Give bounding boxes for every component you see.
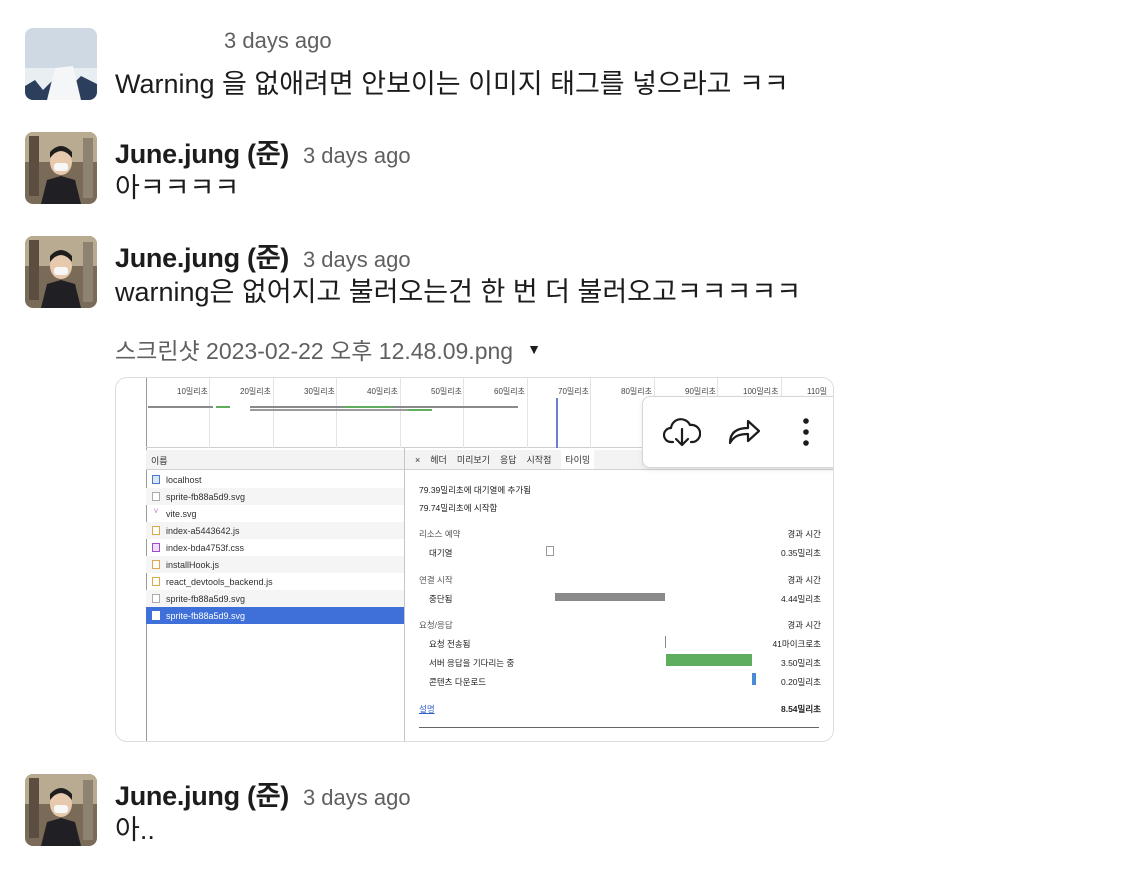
file-icon [152,594,160,603]
request-list: localhost sprite-fb88a5d9.svg Vvite.svg … [146,471,404,624]
timing-label: 서버 응답을 기다리는 중 [429,658,515,668]
file-icon [152,611,160,620]
timing-bar [546,546,554,556]
timing-label: 콘텐츠 다운로드 [429,677,487,687]
download-icon [663,418,701,447]
timing-value: 4.44밀리초 [780,594,821,604]
request-row: sprite-fb88a5d9.svg [146,590,404,607]
message-text: 아.. [115,815,155,845]
tick-label: 50밀리초 [431,387,462,396]
js-file-icon [152,526,160,535]
timing-detail: 79.39밀리초에 대기열에 추가됨 79.74밀리초에 시작함 리소스 예약 … [405,471,833,741]
tab-preview: 미리보기 [456,455,490,465]
file-icon [152,492,160,501]
share-icon [728,419,761,445]
request-row-selected: sprite-fb88a5d9.svg [146,607,404,624]
message-text: 아ㅋㅋㅋㅋ [115,173,240,203]
timing-bar [555,593,665,601]
timing-label: 대기열 [429,548,453,558]
share-button[interactable] [722,410,766,454]
attachment-hover-menu [642,396,833,468]
section-title: 요청/응답 [419,620,453,630]
tab-response: 응답 [499,455,517,465]
document-icon [152,475,160,484]
tab-initiator: 시작점 [526,455,552,465]
avatar[interactable] [25,774,97,846]
author-name[interactable]: June.jung (준) [115,774,289,813]
tab-headers: 헤더 [430,455,447,465]
duration-header: 경과 시간 [787,620,821,630]
avatar[interactable] [25,132,97,204]
request-row: Vvite.svg [152,508,197,519]
timestamp[interactable]: 3 days ago [303,143,411,169]
started-text: 79.74밀리초에 시작함 [419,503,498,513]
timeline-bar [250,406,420,408]
total-time: 8.54밀리초 [780,704,821,714]
tick-label: 10밀리초 [177,387,208,396]
request-row: sprite-fb88a5d9.svg [146,488,404,505]
timing-bar [752,673,756,685]
request-row: localhost [146,471,404,488]
request-row: index-bda4753f.css [146,539,404,556]
download-button[interactable] [660,410,704,454]
timeline-bar [344,406,392,408]
author-name[interactable]: June.jung (준) [115,236,289,275]
timing-label: 중단됨 [429,594,453,604]
timestamp[interactable]: 3 days ago [303,785,411,811]
divider [419,727,819,728]
section-title: 연결 시작 [419,575,453,585]
timing-bar [666,654,752,666]
timeline-cursor [556,398,558,448]
tab-timing: 타이밍 [561,450,595,469]
timestamp[interactable]: 3 days ago [303,247,411,273]
request-row: react_devtools_backend.js [146,573,404,590]
request-row: index-a5443642.js [146,522,404,539]
timing-value: 3.50밀리초 [780,658,821,668]
timing-value: 0.35밀리초 [780,548,821,558]
timing-value: 41마이크로초 [772,639,821,649]
css-file-icon [152,543,160,552]
timeline-bar [216,406,230,408]
author-name[interactable]: June.jung (준) [115,132,289,171]
timestamp[interactable]: 3 days ago [224,28,332,54]
duration-header: 경과 시간 [787,575,821,585]
section-title: 리소스 예약 [419,529,461,539]
more-icon [803,418,809,446]
message-text: warning은 없어지고 불러오는건 한 번 더 불러오고ㅋㅋㅋㅋㅋ [115,277,802,307]
timeline-bar [148,406,213,408]
tick-label: 40밀리초 [367,387,398,396]
redacted-name [115,28,210,48]
queued-text: 79.39밀리초에 대기열에 추가됨 [419,485,532,495]
column-header-name: 이름 [146,450,404,470]
close-icon: × [415,454,421,465]
tick-label: 60밀리초 [494,387,525,396]
js-file-icon [152,560,160,569]
more-actions-button[interactable] [784,410,828,454]
timeline-bar [408,409,432,411]
explain-link: 설명 [419,704,435,714]
avatar[interactable] [25,28,97,100]
screenshot-devtools: 10밀리초 20밀리초 30밀리초 40밀리초 50밀리초 60밀리초 70밀리… [146,378,833,741]
attachment-filename[interactable]: 스크린샷 2023-02-22 오후 12.48.09.png [115,332,513,366]
chevron-down-icon[interactable]: ▼ [527,341,541,357]
svg-icon: V [152,509,160,518]
tick-label: 70밀리초 [558,387,589,396]
timeline-bar [408,406,518,408]
tick-label: 30밀리초 [304,387,335,396]
timing-label: 요청 전송됨 [429,639,471,649]
tick-label: 20밀리초 [240,387,271,396]
duration-header: 경과 시간 [787,529,821,539]
timing-bar [665,636,666,648]
attachment-title[interactable]: 스크린샷 2023-02-22 오후 12.48.09.png ▼ [115,332,541,366]
js-file-icon [152,577,160,586]
image-attachment[interactable]: 10밀리초 20밀리초 30밀리초 40밀리초 50밀리초 60밀리초 70밀리… [115,377,834,742]
avatar[interactable] [25,236,97,308]
request-row: installHook.js [146,556,404,573]
timeline-bar [250,409,418,411]
timing-value: 0.20밀리초 [780,677,821,687]
message-text: Warning 을 없애려면 안보이는 이미지 태그를 넣으라고 ㅋㅋ [115,69,789,99]
